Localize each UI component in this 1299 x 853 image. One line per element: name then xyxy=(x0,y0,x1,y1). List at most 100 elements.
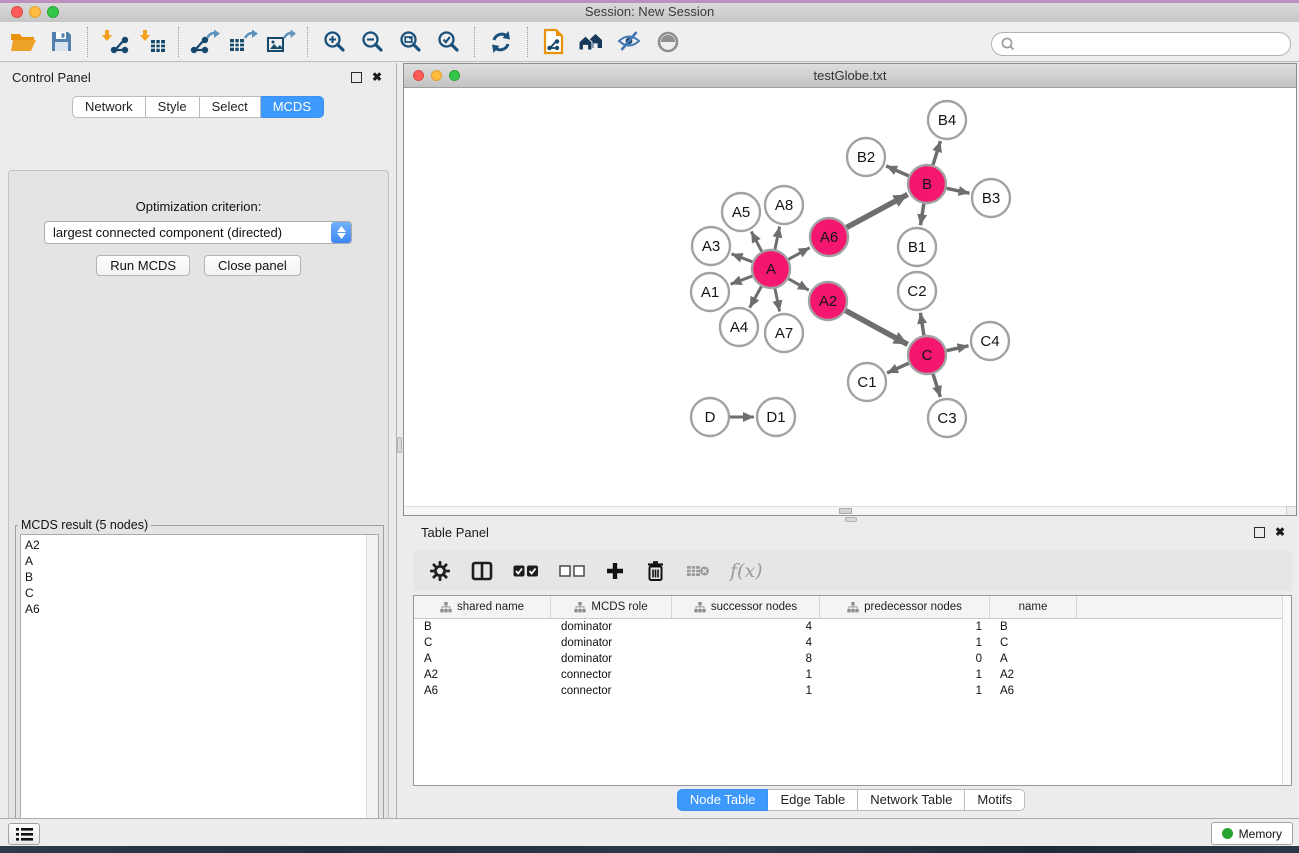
search-field[interactable] xyxy=(991,32,1291,56)
criterion-dropdown[interactable]: largest connected component (directed) xyxy=(44,221,352,244)
column-header-name[interactable]: name xyxy=(990,596,1077,618)
graph-node-C[interactable]: C xyxy=(908,336,946,374)
clone-network-button[interactable] xyxy=(535,25,573,59)
delete-table-button[interactable] xyxy=(686,556,710,586)
graph-node-A2[interactable]: A2 xyxy=(809,282,847,320)
graph-node-C2[interactable]: C2 xyxy=(898,272,936,310)
table-vertical-scrollbar[interactable] xyxy=(1282,596,1291,785)
tab-network[interactable]: Network xyxy=(72,96,146,118)
table-row[interactable]: Adominator80A xyxy=(414,651,1291,667)
table-float-panel-icon[interactable] xyxy=(1254,527,1265,538)
graph-node-A4[interactable]: A4 xyxy=(720,308,758,346)
graph-edge-A-A2[interactable] xyxy=(788,278,809,290)
table-row[interactable]: Cdominator41C xyxy=(414,635,1291,651)
network-horizontal-scrollbar[interactable] xyxy=(404,506,1286,515)
graph-edge-C-C3[interactable] xyxy=(933,373,941,397)
graph-edge-A-A6[interactable] xyxy=(788,248,810,260)
table-row[interactable]: Bdominator41B xyxy=(414,619,1291,635)
tab-edge-table[interactable]: Edge Table xyxy=(768,789,858,811)
tab-motifs[interactable]: Motifs xyxy=(965,789,1025,811)
function-builder-button[interactable]: f(x) xyxy=(730,556,763,586)
close-panel-icon[interactable]: ✖ xyxy=(372,73,382,82)
graph-node-D[interactable]: D xyxy=(691,398,729,436)
graph-edge-B-B3[interactable] xyxy=(946,188,970,193)
app-title-bar[interactable]: Session: New Session xyxy=(0,0,1299,23)
add-entry-button[interactable] xyxy=(605,556,625,586)
graph-edge-A-A1[interactable] xyxy=(731,276,754,285)
tab-style[interactable]: Style xyxy=(146,96,200,118)
tab-node-table[interactable]: Node Table xyxy=(677,789,769,811)
delete-entry-button[interactable] xyxy=(645,556,666,586)
deselect-all-button[interactable] xyxy=(559,556,585,586)
column-header-MCDS-role[interactable]: MCDS role xyxy=(551,596,672,618)
memory-button[interactable]: Memory xyxy=(1211,822,1293,845)
search-input[interactable] xyxy=(1019,34,1290,54)
table-close-panel-icon[interactable]: ✖ xyxy=(1275,528,1285,537)
select-all-button[interactable] xyxy=(513,556,539,586)
show-columns-button[interactable] xyxy=(471,556,493,586)
network-graph-canvas[interactable]: B4B2BB3A8A5A6A3B1AA1C2A2A4A7C4CC1C3DD1 xyxy=(404,88,1296,507)
graph-node-B1[interactable]: B1 xyxy=(898,228,936,266)
graph-node-C4[interactable]: C4 xyxy=(971,322,1009,360)
mcds-result-item[interactable]: A2 xyxy=(25,537,366,553)
column-header-shared-name[interactable]: shared name xyxy=(414,596,551,618)
graph-node-A7[interactable]: A7 xyxy=(765,314,803,352)
export-network-button[interactable] xyxy=(186,25,224,59)
graph-edge-B-B4[interactable] xyxy=(933,141,941,166)
graph-edge-B-B1[interactable] xyxy=(920,203,924,226)
save-session-button[interactable] xyxy=(42,25,80,59)
column-header-predecessor-nodes[interactable]: predecessor nodes xyxy=(820,596,990,618)
column-header-successor-nodes[interactable]: successor nodes xyxy=(672,596,820,618)
graph-edge-A-A8[interactable] xyxy=(775,227,780,251)
import-table-button[interactable] xyxy=(133,25,171,59)
graph-node-A[interactable]: A xyxy=(752,250,790,288)
tab-mcds[interactable]: MCDS xyxy=(261,96,324,118)
open-session-button[interactable] xyxy=(4,25,42,59)
export-image-button[interactable] xyxy=(262,25,300,59)
export-table-button[interactable] xyxy=(224,25,262,59)
run-mcds-button[interactable]: Run MCDS xyxy=(96,255,190,276)
graph-node-A5[interactable]: A5 xyxy=(722,193,760,231)
graph-node-D1[interactable]: D1 xyxy=(757,398,795,436)
mcds-result-item[interactable]: A6 xyxy=(25,601,366,617)
home-layouts-button[interactable] xyxy=(573,25,611,59)
task-history-button[interactable] xyxy=(8,823,40,845)
graph-node-B4[interactable]: B4 xyxy=(928,101,966,139)
graph-node-A1[interactable]: A1 xyxy=(691,273,729,311)
graph-edge-B-B2[interactable] xyxy=(886,166,910,176)
network-resize-grip[interactable] xyxy=(1286,506,1296,515)
graph-edge-A-A5[interactable] xyxy=(751,231,762,252)
zoom-fit-button[interactable] xyxy=(391,25,429,59)
graph-node-A8[interactable]: A8 xyxy=(765,186,803,224)
hide-elements-button[interactable] xyxy=(611,25,649,59)
mcds-result-item[interactable]: A xyxy=(25,553,366,569)
zoom-selected-button[interactable] xyxy=(429,25,467,59)
graph-node-A6[interactable]: A6 xyxy=(810,218,848,256)
graph-edge-A2-C[interactable] xyxy=(845,310,908,344)
graph-edge-C-C2[interactable] xyxy=(920,313,924,336)
graph-node-C1[interactable]: C1 xyxy=(848,363,886,401)
graph-edge-A-A7[interactable] xyxy=(775,288,780,312)
graph-edge-C-C1[interactable] xyxy=(887,363,910,373)
mcds-result-item[interactable]: C xyxy=(25,585,366,601)
graph-edge-A-A3[interactable] xyxy=(732,254,754,262)
horizontal-splitter-handle[interactable] xyxy=(845,517,857,522)
table-settings-button[interactable] xyxy=(429,556,451,586)
show-elements-button[interactable] xyxy=(649,25,687,59)
graph-node-C3[interactable]: C3 xyxy=(928,399,966,437)
vertical-splitter-handle[interactable] xyxy=(397,437,402,453)
graph-node-B2[interactable]: B2 xyxy=(847,138,885,176)
zoom-out-button[interactable] xyxy=(353,25,391,59)
float-panel-icon[interactable] xyxy=(351,72,362,83)
mcds-result-item[interactable]: B xyxy=(25,569,366,585)
network-window-title-bar[interactable]: testGlobe.txt xyxy=(404,64,1296,88)
graph-node-B[interactable]: B xyxy=(908,165,946,203)
tab-select[interactable]: Select xyxy=(200,96,261,118)
graph-node-B3[interactable]: B3 xyxy=(972,179,1010,217)
import-network-button[interactable] xyxy=(95,25,133,59)
table-row[interactable]: A2connector11A2 xyxy=(414,667,1291,683)
graph-edge-A6-B[interactable] xyxy=(846,194,908,227)
mcds-list-scrollbar[interactable] xyxy=(366,535,378,853)
zoom-in-button[interactable] xyxy=(315,25,353,59)
refresh-layout-button[interactable] xyxy=(482,25,520,59)
